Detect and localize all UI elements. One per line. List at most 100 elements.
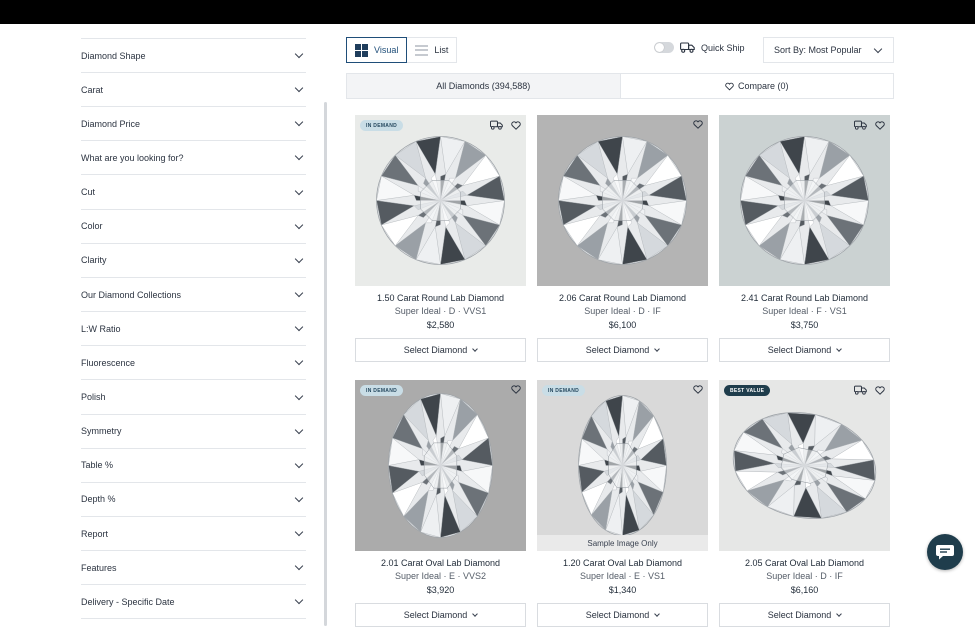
filter-item[interactable]: Diamond Price — [81, 107, 306, 142]
chevron-down-icon — [294, 391, 304, 400]
filter-item-label: Features — [81, 562, 117, 573]
status-badge: IN DEMAND — [542, 385, 586, 396]
filter-item[interactable]: Features — [81, 551, 306, 586]
diamond-card[interactable]: IN DEMAND Sample Image Only 1.20 Carat Ova… — [537, 380, 708, 627]
filter-item-label: Delivery - Specific Date — [81, 596, 175, 607]
heart-icon[interactable] — [875, 385, 885, 395]
diamond-image — [558, 136, 687, 265]
select-diamond-label: Select Diamond — [767, 610, 832, 620]
view-list-label: List — [434, 45, 449, 55]
diamond-card[interactable]: IN DEMAND 1.50 Carat Round Lab Diamond Sup… — [355, 115, 526, 362]
filter-item[interactable]: Table % — [81, 449, 306, 483]
diamond-specs: Super Ideal · F · VS1 — [762, 306, 847, 316]
diamond-price: $1,340 — [608, 585, 637, 595]
diamond-card[interactable]: BEST VALUE 2.05 Carat Oval Lab Diamond Sup… — [719, 380, 890, 627]
filter-item[interactable]: L:W Ratio — [81, 312, 306, 347]
tab-all-diamonds-label: All Diamonds (394,588) — [436, 81, 531, 91]
filter-item[interactable]: Fluorescence — [81, 346, 306, 381]
diamond-price: $2,580 — [426, 320, 455, 330]
diamond-card[interactable]: 2.41 Carat Round Lab Diamond Super Ideal … — [719, 115, 890, 362]
heart-icon[interactable] — [511, 120, 521, 130]
quick-ship-toggle[interactable] — [654, 42, 674, 53]
select-diamond-button[interactable]: Select Diamond — [355, 338, 526, 362]
heart-icon[interactable] — [693, 385, 703, 394]
diamond-specs: Super Ideal · E · VVS2 — [394, 571, 487, 581]
filter-item[interactable]: Delivery - Specific Date — [81, 585, 306, 620]
result-tabs: All Diamonds (394,588) Compare (0) — [346, 73, 894, 99]
chevron-down-icon — [294, 425, 304, 434]
select-diamond-button[interactable]: Select Diamond — [719, 338, 890, 362]
filter-item-label: Carat — [81, 84, 104, 95]
diamond-image-frame[interactable]: IN DEMAND — [355, 115, 526, 286]
view-list-button[interactable]: List — [407, 37, 458, 63]
diamond-card[interactable]: IN DEMAND 2.01 Carat Oval Lab Diamond Supe… — [355, 380, 526, 627]
truck-icon — [490, 120, 503, 130]
filter-item-label: Our Diamond Collections — [81, 289, 182, 300]
diamond-title[interactable]: 2.05 Carat Oval Lab Diamond — [719, 558, 890, 568]
diamond-title[interactable]: 1.20 Carat Oval Lab Diamond — [537, 558, 708, 568]
truck-icon — [680, 42, 695, 53]
select-diamond-button[interactable]: Select Diamond — [355, 603, 526, 627]
tab-compare-label: Compare (0) — [737, 81, 789, 91]
filter-item[interactable]: Symmetry — [81, 415, 306, 449]
filter-item[interactable]: Cut — [81, 176, 306, 210]
select-diamond-button[interactable]: Select Diamond — [537, 338, 708, 362]
select-diamond-label: Select Diamond — [585, 610, 650, 620]
tab-compare[interactable]: Compare (0) — [621, 74, 894, 98]
chevron-down-icon — [294, 322, 304, 332]
chevron-down-icon — [654, 346, 661, 352]
diamond-card[interactable]: 2.06 Carat Round Lab Diamond Super Ideal … — [537, 115, 708, 362]
diamond-title[interactable]: 2.41 Carat Round Lab Diamond — [719, 293, 890, 303]
card-actions — [693, 120, 703, 129]
sort-dropdown[interactable]: Sort By: Most Popular — [763, 37, 894, 63]
filter-item[interactable]: Diamond Shape — [81, 39, 306, 73]
chevron-down-icon — [294, 49, 304, 59]
filter-item[interactable]: Depth % — [81, 483, 306, 517]
diamond-image-frame[interactable]: BEST VALUE — [719, 380, 890, 551]
diamond-image-frame[interactable] — [537, 115, 708, 286]
diamond-specs: Super Ideal · E · VS1 — [579, 571, 666, 581]
filter-item-label: Depth % — [81, 494, 116, 505]
card-actions — [693, 385, 703, 394]
sort-label: Sort By: Most Popular — [774, 45, 862, 55]
filter-item-label: Table % — [81, 460, 114, 471]
diamond-specs: Super Ideal · D · VVS1 — [394, 306, 487, 316]
card-actions — [854, 385, 885, 395]
chevron-down-icon — [294, 220, 304, 229]
diamond-title[interactable]: 2.01 Carat Oval Lab Diamond — [355, 558, 526, 568]
chevron-down-icon — [294, 357, 304, 366]
filter-item[interactable]: Report — [81, 517, 306, 552]
heart-icon[interactable] — [511, 385, 521, 394]
list-view-icon — [415, 44, 429, 56]
diamond-image — [388, 393, 493, 538]
filter-item[interactable]: Our Diamond Collections — [81, 278, 306, 313]
status-badge: IN DEMAND — [360, 385, 404, 396]
filter-item-label: What are you looking for? — [81, 152, 184, 163]
chevron-down-icon — [472, 611, 479, 617]
diamond-price: $6,100 — [608, 320, 637, 330]
diamond-title[interactable]: 1.50 Carat Round Lab Diamond — [355, 293, 526, 303]
diamond-image-frame[interactable] — [719, 115, 890, 286]
heart-icon[interactable] — [875, 120, 885, 130]
chevron-down-icon — [294, 562, 304, 571]
diamond-image-frame[interactable]: IN DEMAND Sample Image Only — [537, 380, 708, 551]
filter-item[interactable]: Carat — [81, 73, 306, 108]
chevron-down-icon — [294, 493, 304, 503]
filter-item[interactable]: Clarity — [81, 244, 306, 278]
tab-all-diamonds[interactable]: All Diamonds (394,588) — [347, 74, 621, 98]
select-diamond-label: Select Diamond — [403, 345, 468, 355]
select-diamond-button[interactable]: Select Diamond — [537, 603, 708, 627]
chat-button[interactable] — [927, 534, 963, 570]
diamond-price: $3,750 — [790, 320, 819, 330]
filter-item[interactable]: Polish — [81, 381, 306, 415]
select-diamond-button[interactable]: Select Diamond — [719, 603, 890, 627]
view-visual-button[interactable]: Visual — [346, 37, 408, 63]
filter-item-label: Clarity — [81, 255, 107, 266]
sample-image-note: Sample Image Only — [537, 535, 708, 551]
filter-item[interactable]: Color — [81, 210, 306, 244]
diamond-title[interactable]: 2.06 Carat Round Lab Diamond — [537, 293, 708, 303]
diamond-image-frame[interactable]: IN DEMAND — [355, 380, 526, 551]
filter-item[interactable]: What are you looking for? — [81, 141, 306, 176]
heart-icon[interactable] — [693, 120, 703, 129]
sidebar-scrollbar[interactable] — [324, 102, 327, 626]
